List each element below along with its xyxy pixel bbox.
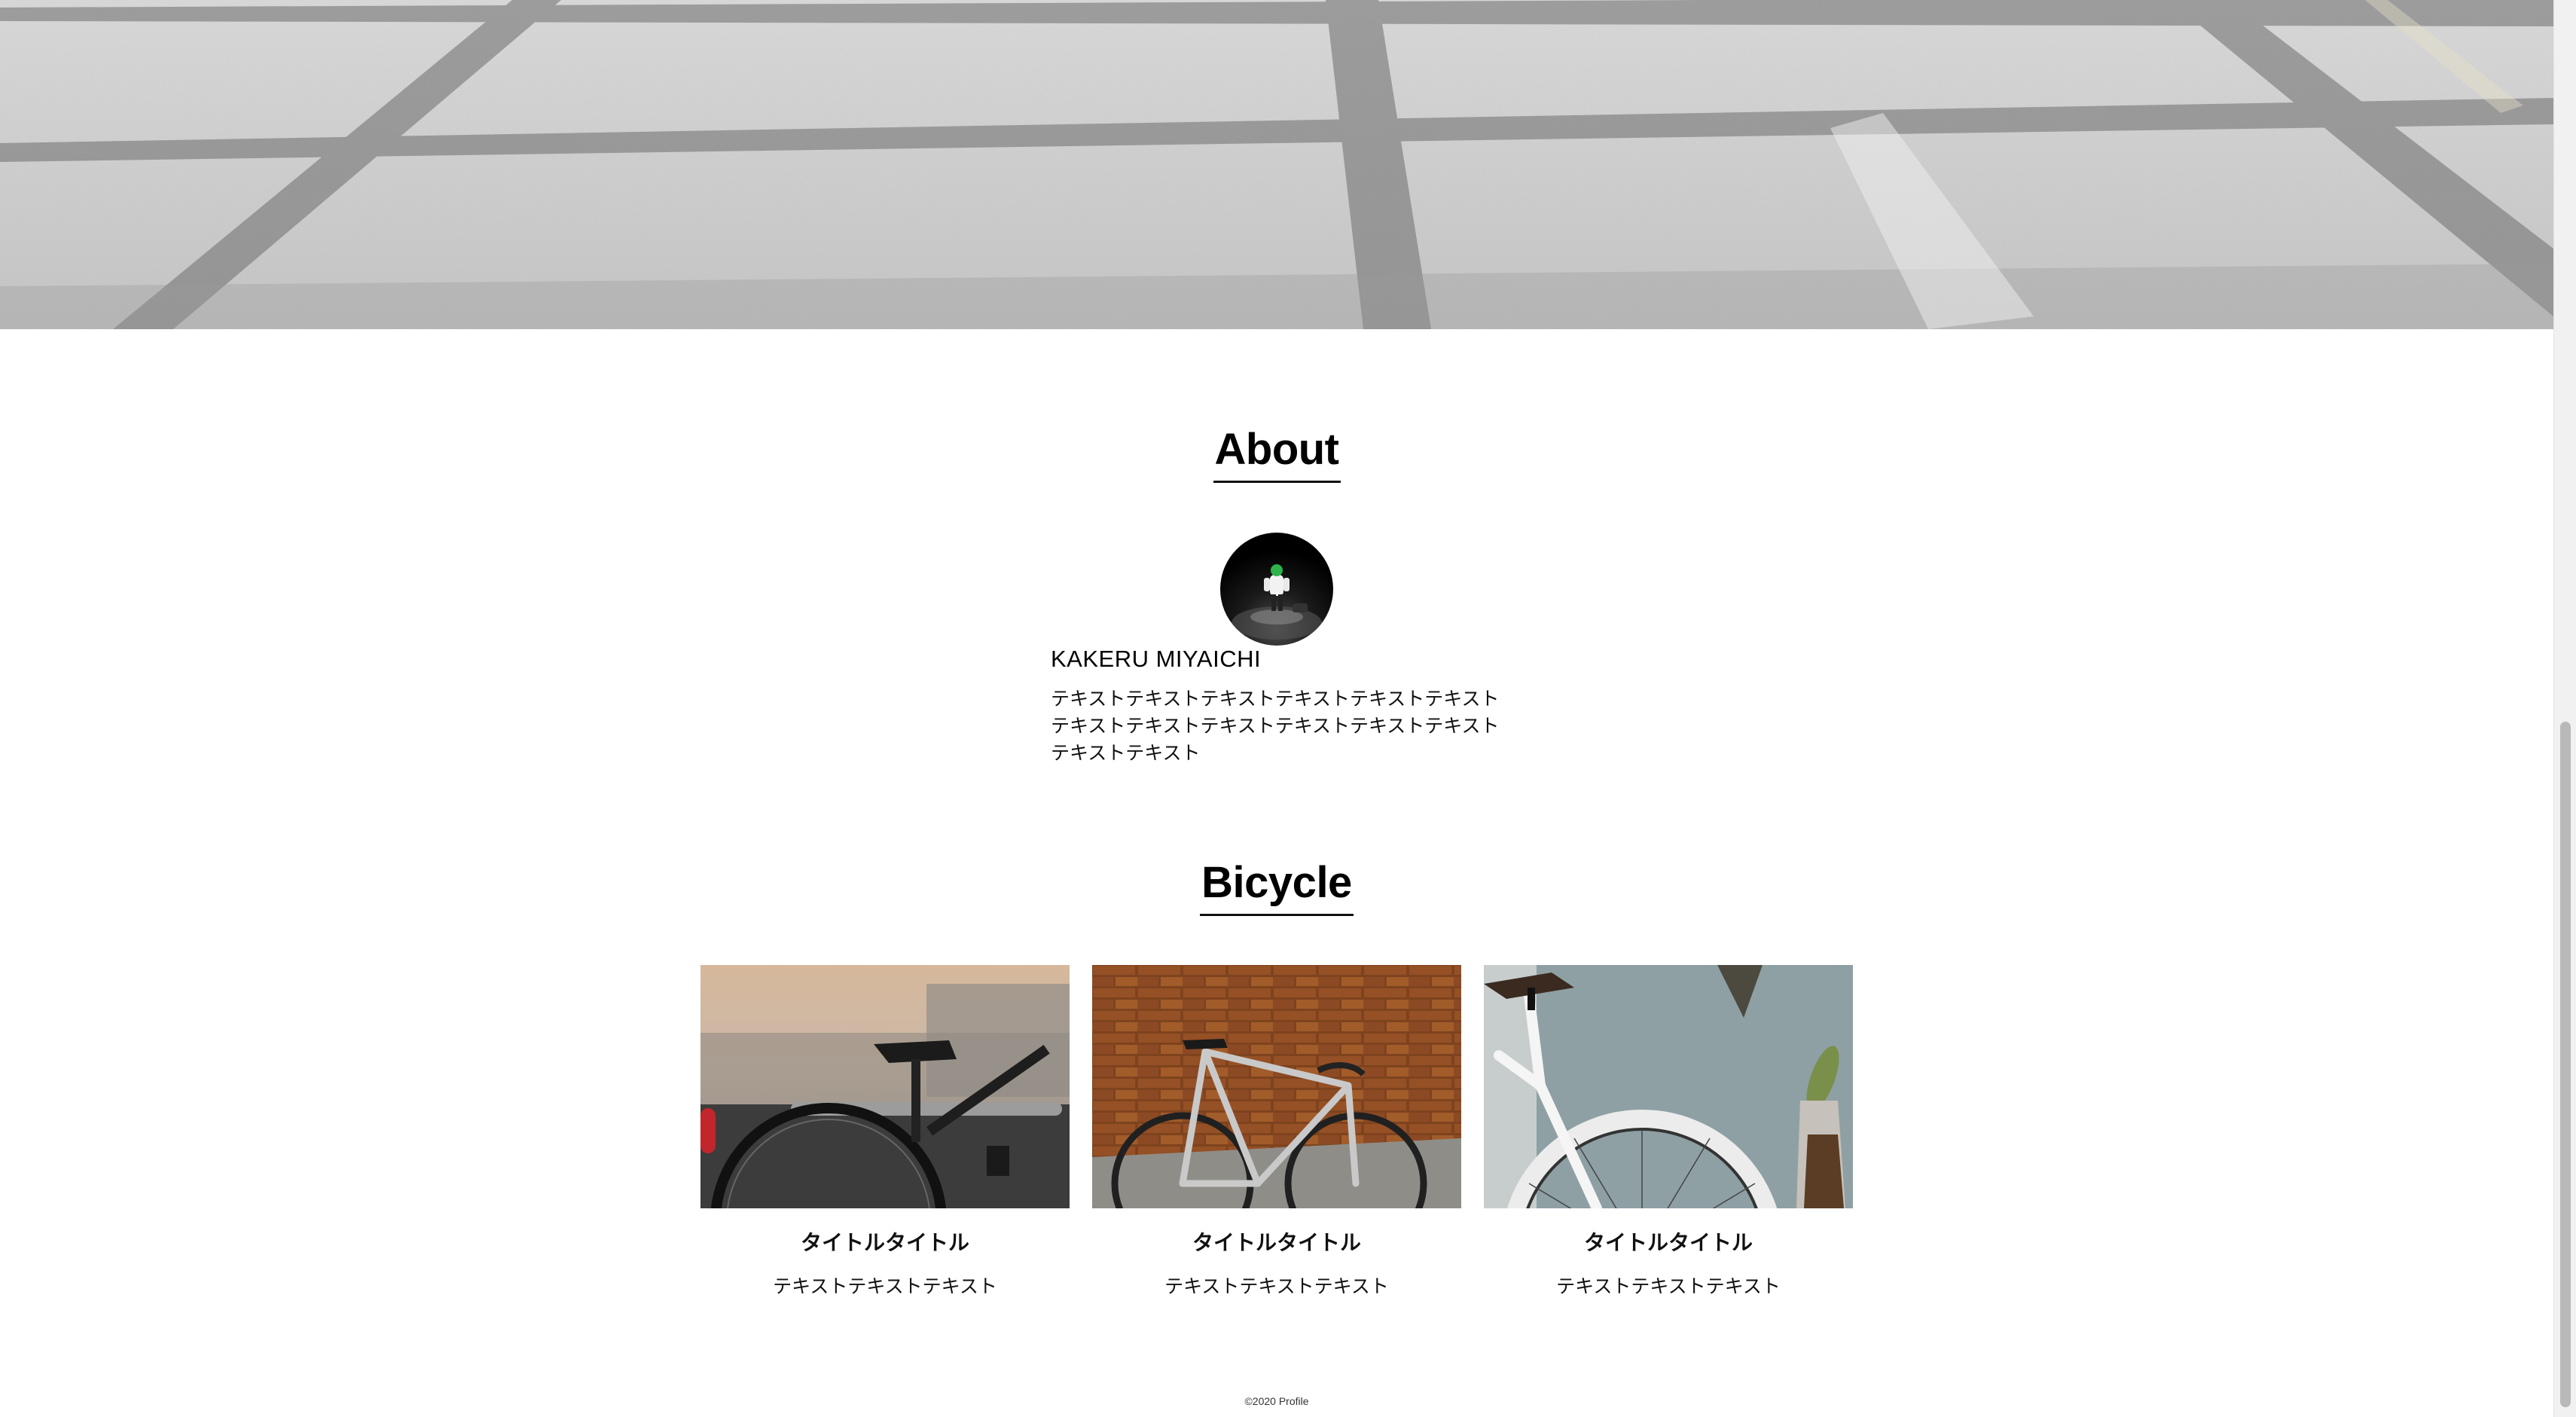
copyright-footer: ©2020 Profile (1244, 1395, 1309, 1407)
vertical-scrollbar[interactable] (2553, 0, 2576, 1417)
bicycle-photo (1092, 965, 1461, 1208)
bicycle-card: タイトルタイトル テキストテキストテキスト (700, 965, 1070, 1299)
hero-image (0, 0, 2553, 329)
card-title: タイトルタイトル (800, 1230, 969, 1255)
bicycle-card-grid: タイトルタイトル テキストテキストテキスト タイトルタイトル テキストテキストテ… (700, 965, 1853, 1304)
card-text: テキストテキストテキスト (1556, 1275, 1781, 1297)
card-title: タイトルタイトル (1192, 1230, 1361, 1255)
bicycle-photo (1484, 965, 1853, 1208)
bicycle-photo (700, 965, 1070, 1208)
scrollbar-thumb[interactable] (2560, 722, 2571, 1407)
card-text: テキストテキストテキスト (773, 1275, 997, 1297)
card-title: タイトルタイトル (1583, 1230, 1753, 1255)
page: About KAKERU MIYAICHI テキストテキストテキストテキストテキ… (0, 0, 2576, 1417)
bicycle-card: タイトルタイトル テキストテキストテキスト (1484, 965, 1853, 1299)
bicycle-card: タイトルタイトル テキストテキストテキスト (1092, 965, 1461, 1299)
bicycle-heading: Bicycle (0, 857, 2553, 916)
avatar (1220, 533, 1333, 646)
profile-name: KAKERU MIYAICHI (1051, 646, 1262, 672)
card-text: テキストテキストテキスト (1164, 1275, 1389, 1297)
about-heading: About (0, 424, 2553, 483)
profile-description: テキストテキストテキストテキストテキストテキストテキストテキストテキストテキスト… (1051, 688, 1500, 764)
